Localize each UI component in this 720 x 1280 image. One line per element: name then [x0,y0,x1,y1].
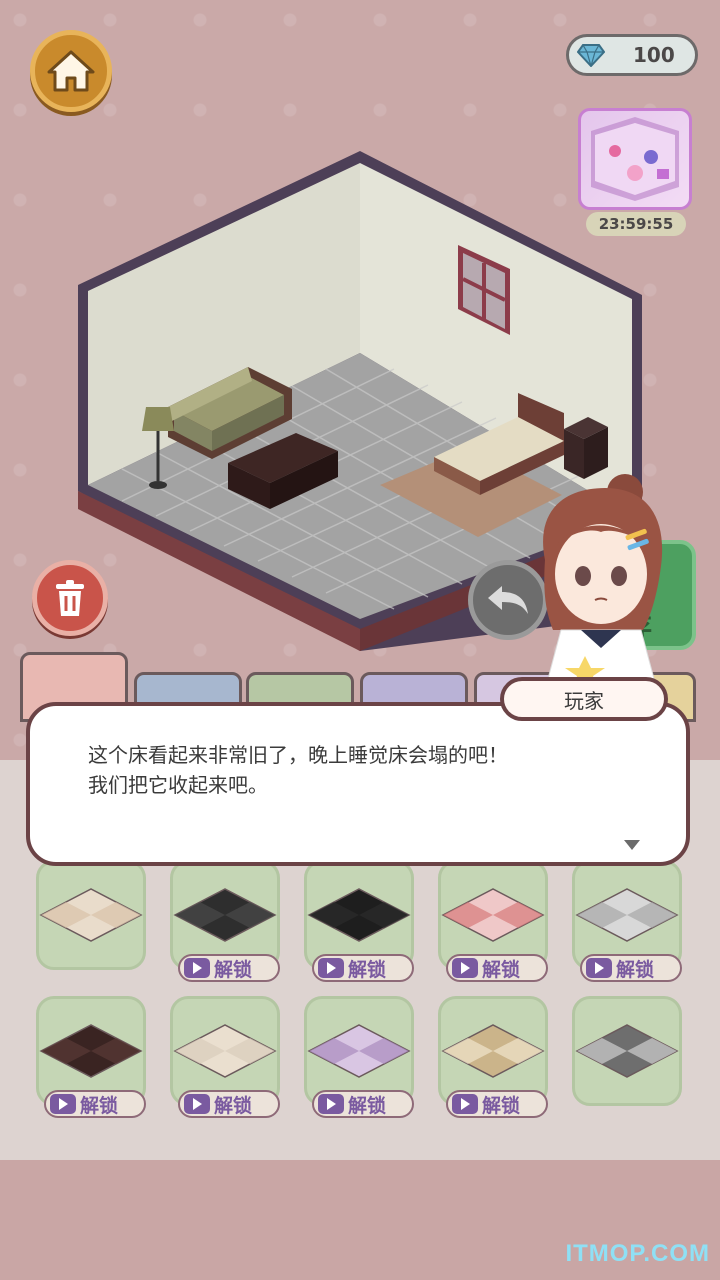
dialog-text: 这个床看起来非常旧了，晚上睡觉床会塌的吧！ 我们把它收起来吧。 [88,743,508,797]
video-play-icon [184,1094,210,1114]
unlock-button[interactable]: 解锁 [312,954,414,982]
unlock-label: 解锁 [348,1094,387,1117]
unlock-button[interactable]: 解锁 [446,954,548,982]
unlock-button[interactable]: 解锁 [312,1090,414,1118]
floor-tile-icon [441,888,545,942]
watermark: ITMOP.COM [565,1240,710,1267]
floor-tile-icon [39,888,143,942]
diamond-icon [577,44,605,67]
video-play-icon [452,958,478,978]
home-icon [47,50,95,92]
gem-count: 100 [633,43,675,67]
floor-item[interactable] [36,860,146,970]
floor-tile-icon [307,1024,411,1078]
delete-button[interactable] [32,560,108,636]
video-play-icon [586,958,612,978]
unlock-label: 解锁 [80,1094,119,1117]
floor-tile-icon [441,1024,545,1078]
trash-icon [56,580,84,616]
unlock-button[interactable]: 解锁 [446,1090,548,1118]
unlock-button[interactable]: 解锁 [580,954,682,982]
unlock-button[interactable]: 解锁 [178,954,280,982]
unlock-label: 解锁 [214,1094,253,1117]
unlock-label: 解锁 [482,958,521,981]
unlock-button[interactable]: 解锁 [44,1090,146,1118]
unlock-label: 解锁 [214,958,253,981]
unlock-label: 解锁 [348,958,387,981]
unlock-button[interactable]: 解锁 [178,1090,280,1118]
player-character [543,474,663,690]
continue-arrow-icon[interactable] [624,840,640,850]
speaker-name: 玩家 [500,677,668,721]
gem-counter: 100 [566,34,698,76]
dialog-box[interactable]: 这个床看起来非常旧了，晚上睡觉床会塌的吧！ 我们把它收起来吧。 [26,702,690,866]
floor-tile-icon [173,1024,277,1078]
floor-tile-icon [307,888,411,942]
floor-tile-icon [575,1024,679,1078]
video-play-icon [50,1094,76,1114]
floor-item[interactable] [572,996,682,1106]
video-play-icon [318,1094,344,1114]
video-play-icon [318,958,344,978]
undo-arrow-icon [488,586,528,614]
unlock-label: 解锁 [616,958,655,981]
floor-tile-icon [575,888,679,942]
video-play-icon [452,1094,478,1114]
video-play-icon [184,958,210,978]
unlock-label: 解锁 [482,1094,521,1117]
floor-tile-icon [173,888,277,942]
home-button[interactable] [30,30,112,112]
floor-tile-icon [39,1024,143,1078]
